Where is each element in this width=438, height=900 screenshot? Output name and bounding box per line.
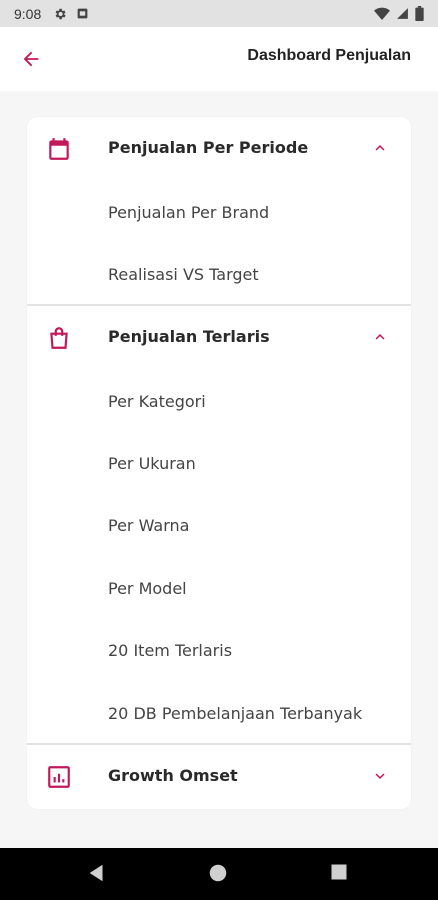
section-header-growth-omset[interactable]: Growth Omset — [27, 745, 411, 809]
menu-card: Penjualan Per Periode Penjualan Per Bran… — [27, 117, 411, 809]
sub-item-penjualan-per-brand[interactable]: Penjualan Per Brand — [108, 192, 398, 232]
section-label: Growth Omset — [108, 766, 238, 785]
wifi-icon — [374, 7, 390, 21]
notification-icon — [76, 7, 89, 20]
page-title: Dashboard Penjualan — [247, 47, 411, 64]
arrow-left-icon[interactable] — [18, 46, 44, 72]
section-growth-omset: Growth Omset — [27, 745, 411, 809]
sub-item-per-model[interactable]: Per Model — [108, 568, 398, 608]
section-penjualan-terlaris: Penjualan Terlaris Per Kategori Per Ukur… — [27, 306, 411, 745]
sub-item-per-ukuran[interactable]: Per Ukuran — [108, 443, 398, 483]
status-bar: 9:08 — [0, 0, 438, 27]
sub-item-per-kategori[interactable]: Per Kategori — [108, 381, 398, 421]
shopping-bag-icon — [46, 325, 72, 351]
battery-icon — [415, 6, 424, 21]
chevron-down-icon[interactable] — [371, 767, 389, 785]
section-header-penjualan-per-periode[interactable]: Penjualan Per Periode — [27, 117, 411, 181]
sub-item-20-item-terlaris[interactable]: 20 Item Terlaris — [108, 630, 398, 670]
chevron-up-icon[interactable] — [371, 328, 389, 346]
sub-item-20-db-pembelanjaan-terbanyak[interactable]: 20 DB Pembelanjaan Terbanyak — [108, 693, 398, 733]
system-nav-bar — [0, 848, 438, 900]
home-circle-icon[interactable] — [207, 862, 231, 886]
app-bar: Dashboard Penjualan — [0, 27, 438, 91]
sub-item-per-warna[interactable]: Per Warna — [108, 505, 398, 545]
signal-icon — [396, 7, 409, 20]
status-time: 9:08 — [14, 5, 42, 22]
section-penjualan-per-periode: Penjualan Per Periode Penjualan Per Bran… — [27, 117, 411, 305]
section-label: Penjualan Per Periode — [108, 138, 309, 157]
back-triangle-icon[interactable] — [86, 862, 110, 886]
sub-item-realisasi-vs-target[interactable]: Realisasi VS Target — [108, 254, 398, 294]
section-header-penjualan-terlaris[interactable]: Penjualan Terlaris — [27, 306, 411, 370]
calendar-icon — [46, 136, 72, 162]
recents-square-icon[interactable] — [329, 862, 353, 886]
section-label: Penjualan Terlaris — [108, 327, 270, 346]
chevron-up-icon[interactable] — [371, 139, 389, 157]
chart-report-icon — [46, 764, 72, 790]
settings-icon — [53, 7, 67, 21]
